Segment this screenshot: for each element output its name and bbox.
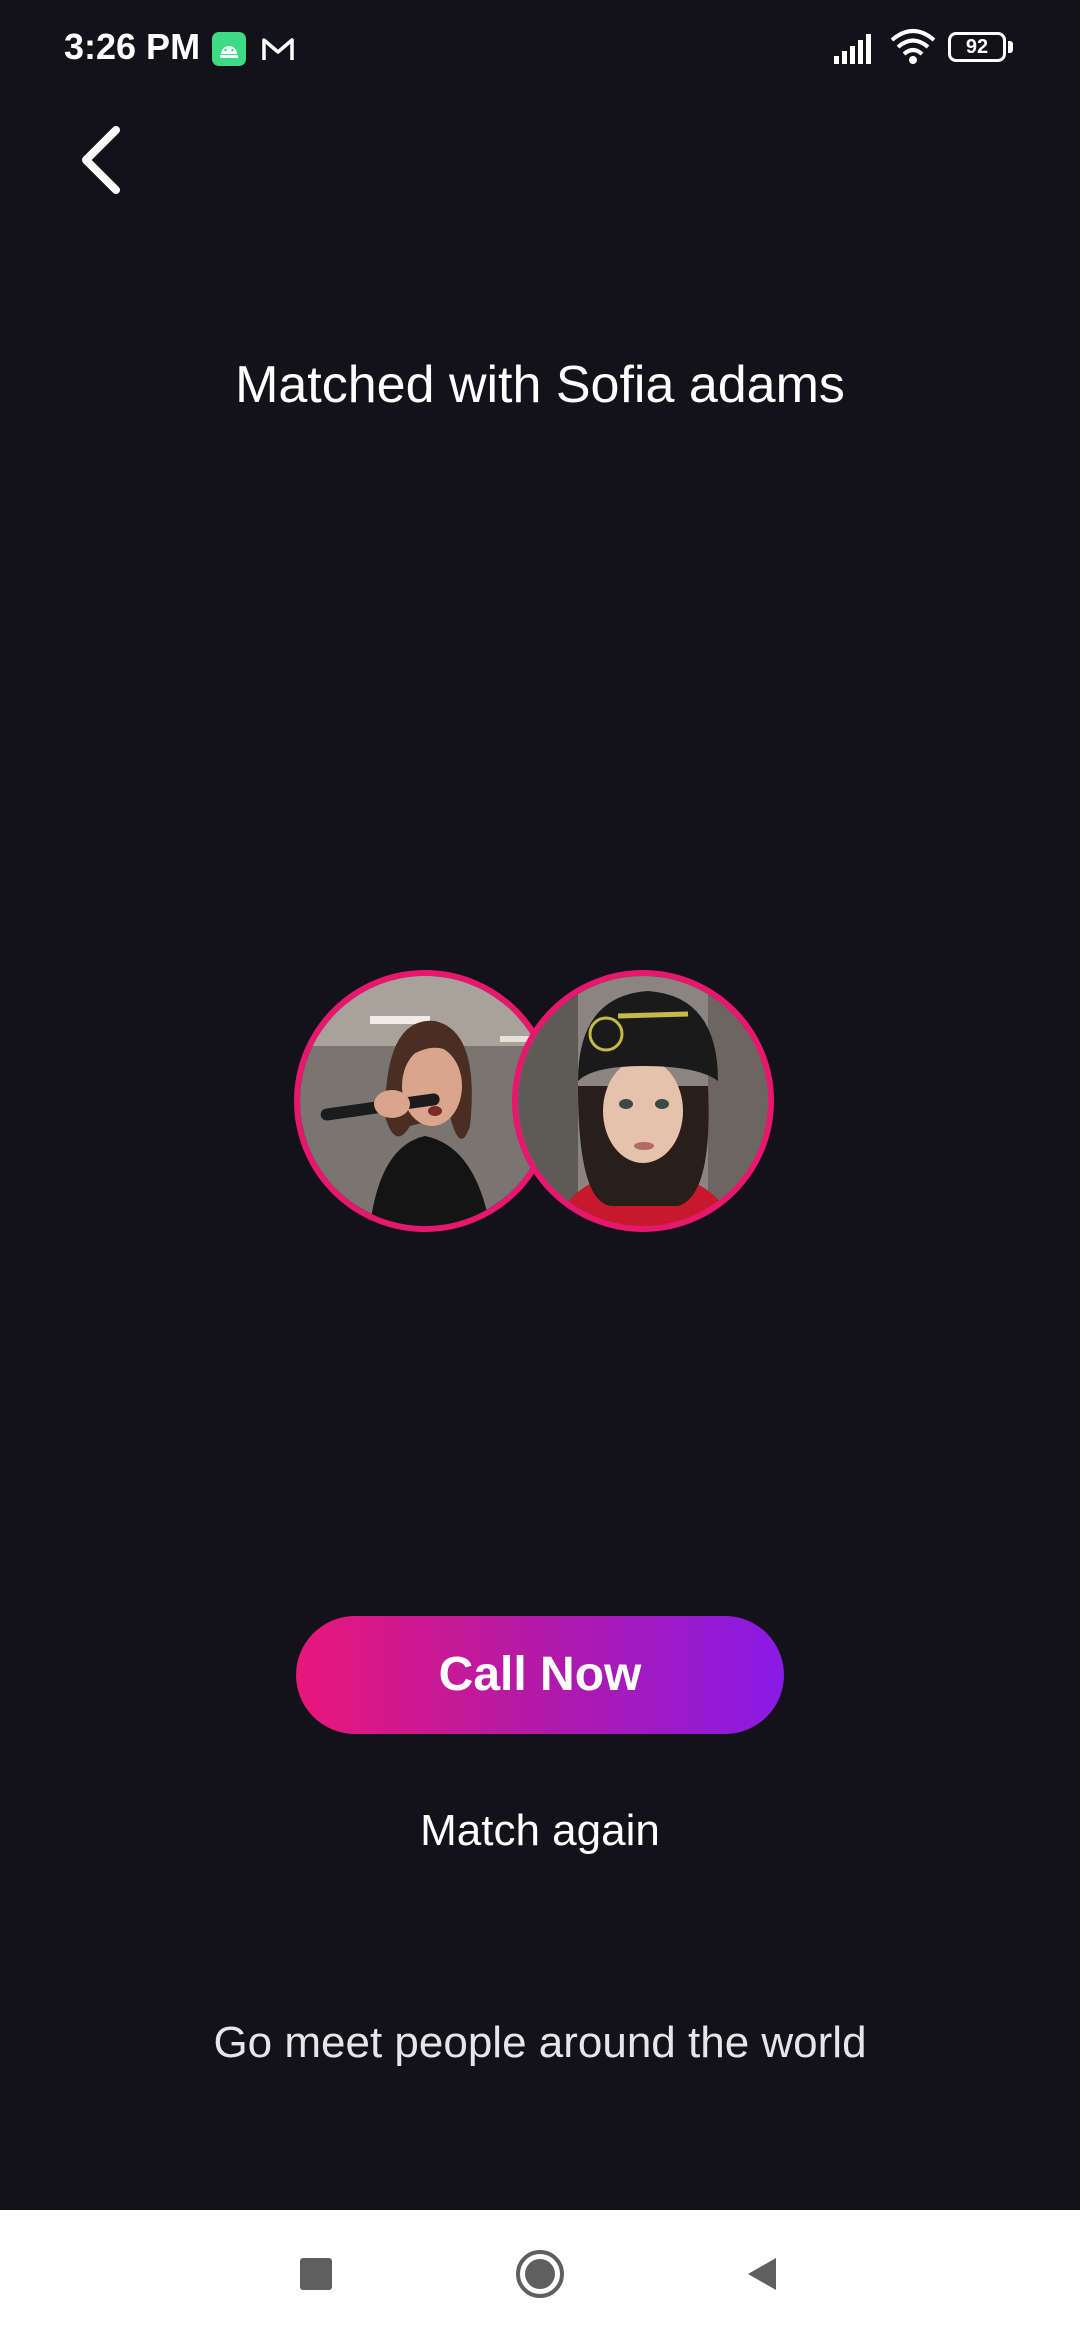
gmail-icon <box>260 32 296 66</box>
home-circle-icon[interactable] <box>514 2248 566 2300</box>
battery-icon: 92 <box>948 32 1013 66</box>
recents-square-icon[interactable] <box>300 2258 332 2290</box>
chevron-left-icon <box>82 126 120 194</box>
match-again-link[interactable]: Match again <box>0 1806 1080 1856</box>
wifi-icon <box>888 26 938 68</box>
android-icon <box>212 32 246 66</box>
battery-level: 92 <box>948 32 1006 62</box>
back-triangle-icon[interactable] <box>742 2254 782 2294</box>
match-avatar <box>512 970 774 1232</box>
status-bar: 3:26 PM 92 <box>0 0 1080 100</box>
back-button[interactable] <box>64 118 144 198</box>
match-screen: 3:26 PM 92 Matched with Sofia adams Call… <box>0 0 1080 2340</box>
page-title: Matched with Sofia adams <box>235 356 845 414</box>
call-now-button[interactable]: Call Now <box>296 1616 784 1734</box>
tagline: Go meet people around the world <box>213 2018 867 2067</box>
system-nav-bar <box>0 2210 1080 2340</box>
status-time: 3:26 PM <box>64 26 201 67</box>
signal-icon <box>832 30 878 68</box>
